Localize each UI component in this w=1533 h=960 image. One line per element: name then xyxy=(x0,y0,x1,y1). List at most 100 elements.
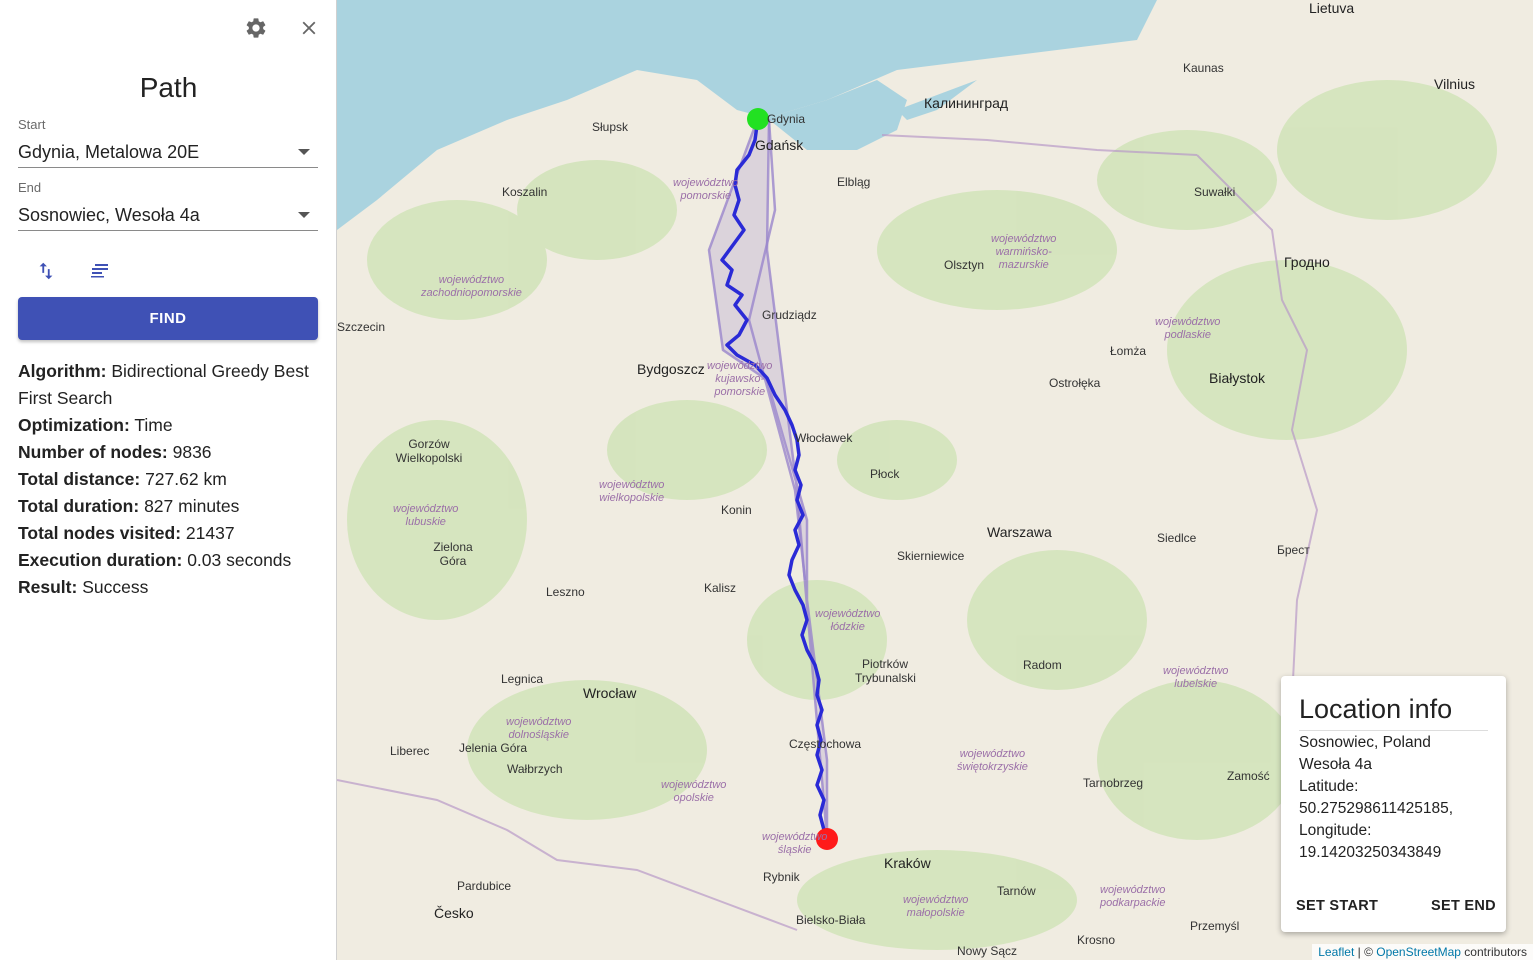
end-select[interactable]: Sosnowiec, Wesoła 4a xyxy=(18,200,318,231)
city-label: Włocławek xyxy=(795,431,853,445)
city-label: Jelenia Góra xyxy=(459,741,528,755)
city-label: Vilnius xyxy=(1434,76,1475,92)
city-label: Łomża xyxy=(1110,344,1147,358)
location-info-title: Location info xyxy=(1299,694,1453,724)
start-label: Start xyxy=(18,117,46,132)
panel-title: Path xyxy=(139,72,198,103)
map-view[interactable]: Gdańsk Gdynia Słupsk Koszalin Elbląg Кал… xyxy=(337,0,1533,960)
result-algorithm: Algorithm: Bidirectional Greedy Best Fir… xyxy=(18,361,309,408)
region-label: województwo dolnośląskie xyxy=(506,716,572,741)
end-label: End xyxy=(18,180,42,195)
city-label: Zamość xyxy=(1227,769,1270,783)
longitude-label: Longitude: xyxy=(1299,822,1372,839)
city-label: Liberec xyxy=(390,744,430,758)
start-value: Gdynia, Metalowa 20E xyxy=(18,141,200,162)
location-info-card: Location info Sosnowiec, Poland Wesoła 4… xyxy=(1281,676,1506,932)
city-label: Grudziądz xyxy=(762,308,817,322)
set-end-button[interactable]: SET END xyxy=(1431,898,1496,914)
close-button[interactable] xyxy=(293,12,325,44)
result-optimization: Optimization: Time xyxy=(18,415,173,435)
city-label: Kraków xyxy=(884,855,931,871)
city-label: Česko xyxy=(434,905,474,921)
location-street: Wesoła 4a xyxy=(1299,756,1372,773)
city-label: Konin xyxy=(721,503,752,517)
city-label: Radom xyxy=(1023,658,1062,672)
region-label: województwo warmińsko-mazurskie xyxy=(991,233,1057,271)
city-label: Legnica xyxy=(501,672,544,686)
region-label: województwo wielkopolskie xyxy=(599,479,665,504)
region-label: województwo małopolskie xyxy=(903,894,969,919)
city-label: Гродно xyxy=(1284,254,1330,270)
result-execution: Execution duration: 0.03 seconds xyxy=(18,550,292,570)
city-label: Tarnów xyxy=(997,884,1036,898)
city-label: Gdynia xyxy=(767,112,806,126)
city-label: Ostrołęka xyxy=(1049,376,1101,390)
attribution-separator: | © xyxy=(1354,945,1377,959)
result-status: Result: Success xyxy=(18,577,149,597)
city-label: Krosno xyxy=(1077,933,1116,947)
osm-link[interactable]: OpenStreetMap xyxy=(1376,945,1461,959)
region-label: województwo podkarpackie xyxy=(1100,884,1166,909)
chevron-down-icon xyxy=(298,149,310,155)
city-label: Elbląg xyxy=(837,175,871,189)
region-label: województwo pomorskie xyxy=(673,177,739,202)
city-label: Leszno xyxy=(546,585,585,599)
region-label: województwo śląskie xyxy=(762,831,828,856)
city-label: Kalisz xyxy=(704,581,737,595)
end-value: Sosnowiec, Wesoła 4a xyxy=(18,204,200,225)
gear-icon xyxy=(246,18,266,38)
settings-button[interactable] xyxy=(240,12,272,44)
city-label: Koszalin xyxy=(502,185,548,199)
city-label: Rybnik xyxy=(763,870,800,884)
attribution-suffix: contributors xyxy=(1460,945,1527,959)
city-label: Częstochowa xyxy=(789,737,862,751)
leaflet-link[interactable]: Leaflet xyxy=(1318,945,1354,959)
city-label: Olsztyn xyxy=(944,258,985,272)
region-label: województwo opolskie xyxy=(661,779,727,804)
region-label: województwo łódzkie xyxy=(815,608,881,633)
results-summary: Algorithm: Bidirectional Greedy Best Fir… xyxy=(18,358,323,601)
longitude-value: 19.14203250343849 xyxy=(1299,844,1442,861)
city-label: Białystok xyxy=(1209,370,1266,386)
swap-button[interactable] xyxy=(30,255,62,287)
path-panel: Path Start Gdynia, Metalowa 20E End Sosn… xyxy=(0,0,337,960)
city-label: Siedlce xyxy=(1157,531,1197,545)
city-label: Tarnobrzeg xyxy=(1083,776,1144,790)
city-label: Słupsk xyxy=(592,120,629,134)
result-distance: Total distance: 727.62 km xyxy=(18,469,227,489)
city-label: Калининград xyxy=(924,95,1009,111)
city-label: Wrocław xyxy=(583,685,637,701)
close-icon xyxy=(302,21,316,35)
city-label: Warszawa xyxy=(987,524,1052,540)
city-label: Брест xyxy=(1277,543,1310,557)
start-marker xyxy=(747,108,769,130)
region-label: województwo lubuskie xyxy=(393,503,459,528)
city-label: Nowy Sącz xyxy=(957,944,1018,958)
city-label: Bielsko-Biała xyxy=(796,913,866,927)
region-label: województwo świętokrzyskie xyxy=(957,748,1028,773)
city-label: Gorzów Wielkopolski xyxy=(395,437,463,465)
result-nodes: Number of nodes: 9836 xyxy=(18,442,212,462)
result-duration: Total duration: 827 minutes xyxy=(18,496,240,516)
location-place: Sosnowiec, Poland xyxy=(1299,734,1431,751)
swap-vertical-icon xyxy=(39,262,53,280)
divider xyxy=(1299,730,1488,731)
city-label: Wałbrzych xyxy=(507,762,563,776)
city-label: Płock xyxy=(870,467,900,481)
chevron-down-icon xyxy=(298,212,310,218)
region-label: województwo zachodniopomorskie xyxy=(421,274,522,299)
map-attribution: Leaflet | © OpenStreetMap contributors xyxy=(1312,944,1533,960)
latitude-value: 50.275298611425185, xyxy=(1299,800,1454,817)
set-start-button[interactable]: SET START xyxy=(1296,898,1378,914)
city-label: Suwałki xyxy=(1194,185,1236,199)
find-button[interactable]: FIND xyxy=(18,297,318,340)
city-label: Lietuva xyxy=(1309,0,1355,16)
city-label: Gdańsk xyxy=(755,137,804,153)
latitude-label: Latitude: xyxy=(1299,778,1359,795)
start-select[interactable]: Gdynia, Metalowa 20E xyxy=(18,137,318,168)
details-button[interactable] xyxy=(84,255,116,287)
region-label: województwo podlaskie xyxy=(1155,316,1221,341)
region-label: województwo kujawsko-pomorskie xyxy=(707,360,773,398)
city-label: Piotrków Trybunalski xyxy=(855,657,916,685)
city-label: Zielona Góra xyxy=(433,540,473,568)
